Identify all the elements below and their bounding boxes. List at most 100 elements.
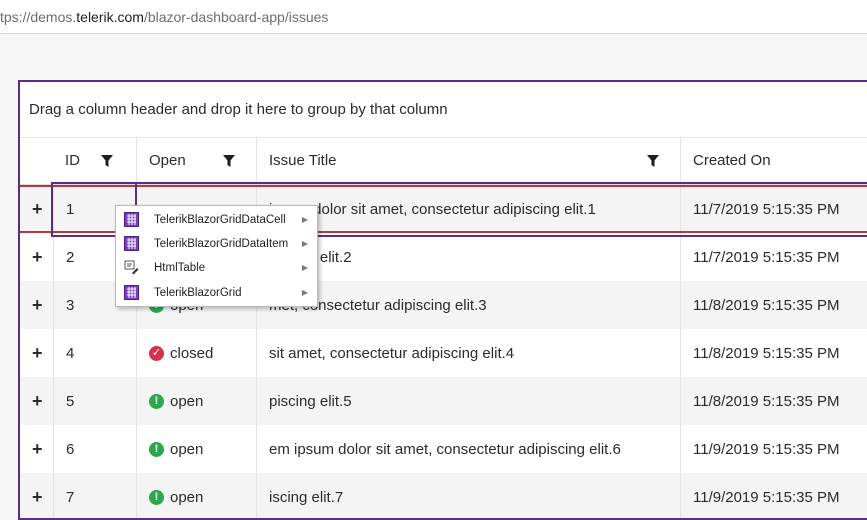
context-menu: TelerikBlazorGridDataCell ▶ TelerikBlazo… — [115, 205, 318, 307]
cell-issue-title[interactable]: sit amet, consectetur adipiscing elit.4 — [256, 329, 680, 377]
status-text: open — [170, 392, 204, 410]
menu-item-label: HtmlTable — [154, 262, 206, 274]
cell-issue-title[interactable]: ipsum dolor sit amet, consectetur adipis… — [256, 187, 680, 231]
expand-button-text: + — [32, 486, 43, 507]
url-prefix: tps://demos. — [0, 9, 77, 25]
html-element-icon — [124, 260, 139, 275]
column-header-issue-title[interactable]: Issue Title — [256, 138, 680, 184]
cell-created-on-text: 11/8/2019 5:15:35 PM — [693, 296, 840, 314]
group-panel[interactable]: Drag a column header and drop it here to… — [20, 82, 867, 138]
expand-button-text: + — [32, 438, 43, 459]
column-header-label: Open — [149, 152, 186, 169]
status-text: open — [170, 440, 204, 458]
submenu-arrow-icon: ▶ — [301, 288, 308, 297]
menu-item-gridcell[interactable]: TelerikBlazorGridDataCell ▶ — [116, 208, 317, 232]
expand-button-text: + — [32, 198, 43, 219]
cell-created-on-text: 11/8/2019 5:15:35 PM — [693, 392, 840, 410]
submenu-arrow-icon: ▶ — [301, 239, 308, 248]
expand-button[interactable]: + — [20, 377, 53, 425]
expand-button[interactable]: + — [20, 425, 53, 473]
cell-created-on-text: 11/9/2019 5:15:35 PM — [693, 488, 840, 506]
cell-id[interactable]: 5 — [53, 377, 136, 425]
submenu-arrow-icon: ▶ — [301, 215, 308, 224]
cell-id[interactable]: 4 — [53, 329, 136, 377]
cell-id-text: 1 — [66, 200, 75, 218]
menu-item-label: TelerikBlazorGrid — [154, 287, 242, 299]
cell-id[interactable]: 6 — [53, 425, 136, 473]
cell-id-text: 3 — [66, 296, 75, 314]
column-header-label: Issue Title — [269, 152, 337, 169]
table-row[interactable]: +4 ✓ closed sit amet, consectetur adipiscin… — [20, 329, 867, 377]
address-url[interactable]: tps://demos.telerik.com/blazor-dashboard… — [0, 9, 328, 25]
column-header-id[interactable]: ID — [53, 138, 136, 184]
address-bar[interactable]: tps://demos.telerik.com/blazor-dashboard… — [0, 0, 867, 34]
menu-item-grid[interactable]: TelerikBlazorGrid ▶ — [116, 281, 317, 305]
cell-issue-title[interactable]: iscing elit.7 — [256, 473, 680, 518]
cell-issue-title[interactable]: piscing elit.2 — [256, 233, 680, 281]
table-row[interactable]: +6! open em ipsum dolor sit amet, consecte… — [20, 425, 867, 473]
cell-open[interactable]: ✓ closed — [136, 329, 256, 377]
cell-id-text: 5 — [66, 392, 75, 410]
expand-button[interactable]: + — [20, 329, 53, 377]
submenu-arrow-icon: ▶ — [301, 263, 308, 272]
cell-created-on-text: 11/8/2019 5:15:35 PM — [693, 344, 840, 362]
url-path: /blazor-dashboard-app/issues — [143, 9, 329, 25]
cell-id-text: 6 — [66, 440, 75, 458]
expand-button-text: + — [32, 294, 43, 315]
cell-created-on[interactable]: 11/8/2019 5:15:35 PM — [680, 377, 867, 425]
filter-icon[interactable] — [223, 155, 235, 167]
cell-issue-title[interactable]: met, consectetur adipiscing elit.3 — [256, 281, 680, 329]
menu-item-griditem[interactable]: TelerikBlazorGridDataItem ▶ — [116, 232, 317, 256]
component-grid-icon — [124, 236, 139, 251]
cell-open[interactable]: ! open — [136, 425, 256, 473]
expand-button[interactable]: + — [20, 187, 53, 231]
column-header-label: ID — [65, 152, 80, 169]
expand-button[interactable]: + — [20, 281, 53, 329]
cell-id-text: 7 — [66, 488, 75, 506]
cell-issue-title-text: iscing elit.7 — [269, 488, 344, 506]
cell-created-on[interactable]: 11/7/2019 5:15:35 PM — [680, 233, 867, 281]
filter-icon[interactable] — [101, 155, 113, 167]
cell-issue-title-text: piscing elit.5 — [269, 392, 352, 410]
expand-button-text: + — [32, 246, 43, 267]
expand-button[interactable]: + — [20, 233, 53, 281]
url-host: telerik.com — [76, 9, 144, 25]
menu-item-label: TelerikBlazorGridDataCell — [154, 214, 286, 226]
column-header-created-on[interactable]: Created On — [680, 138, 867, 184]
menu-item-label: TelerikBlazorGridDataItem — [154, 238, 289, 250]
cell-created-on[interactable]: 11/9/2019 5:15:35 PM — [680, 473, 867, 518]
cell-id-text: 4 — [66, 344, 75, 362]
filter-icon[interactable] — [647, 155, 659, 167]
component-grid-icon — [124, 285, 139, 300]
table-row[interactable]: +5! open piscing elit.5 11/8/2019 5:15:35 P… — [20, 377, 867, 425]
column-header-open[interactable]: Open — [136, 138, 256, 184]
status-text: closed — [170, 344, 214, 362]
open-status-icon: ! — [149, 393, 164, 409]
cell-id-text: 2 — [66, 248, 75, 266]
cell-created-on[interactable]: 11/7/2019 5:15:35 PM — [680, 187, 867, 231]
cell-issue-title-text: em ipsum dolor sit amet, consectetur adi… — [269, 440, 621, 458]
cell-issue-title-text: ipsum dolor sit amet, consectetur adipis… — [269, 200, 596, 218]
cell-created-on-text: 11/9/2019 5:15:35 PM — [693, 440, 840, 458]
cell-open[interactable]: ! open — [136, 377, 256, 425]
table-row[interactable]: +7 ! open iscing elit.7 11/9/2019 5:15:35 PM — [20, 473, 867, 518]
open-status-icon: ! — [149, 489, 164, 505]
cell-issue-title[interactable]: em ipsum dolor sit amet, consectetur adi… — [256, 425, 680, 473]
cell-issue-title[interactable]: piscing elit.5 — [256, 377, 680, 425]
closed-status-icon: ✓ — [149, 345, 164, 361]
menu-item-htmltable[interactable]: HtmlTable ▶ — [116, 256, 317, 280]
grid-header: ID Open Issue Title Created On — [20, 138, 867, 185]
expand-button-text: + — [32, 342, 43, 363]
component-grid-icon — [124, 212, 139, 227]
cell-created-on[interactable]: 11/8/2019 5:15:35 PM — [680, 281, 867, 329]
cell-issue-title-text: sit amet, consectetur adipiscing elit.4 — [269, 344, 515, 362]
expand-button[interactable]: + — [20, 473, 53, 518]
cell-id[interactable]: 7 — [53, 473, 136, 518]
cell-created-on[interactable]: 11/8/2019 5:15:35 PM — [680, 329, 867, 377]
cell-open[interactable]: ! open — [136, 473, 256, 518]
cell-created-on-text: 11/7/2019 5:15:35 PM — [693, 200, 840, 218]
expand-button-text: + — [32, 390, 43, 411]
open-status-icon: ! — [149, 441, 164, 457]
cell-created-on[interactable]: 11/9/2019 5:15:35 PM — [680, 425, 867, 473]
cell-created-on-text: 11/7/2019 5:15:35 PM — [693, 248, 840, 266]
